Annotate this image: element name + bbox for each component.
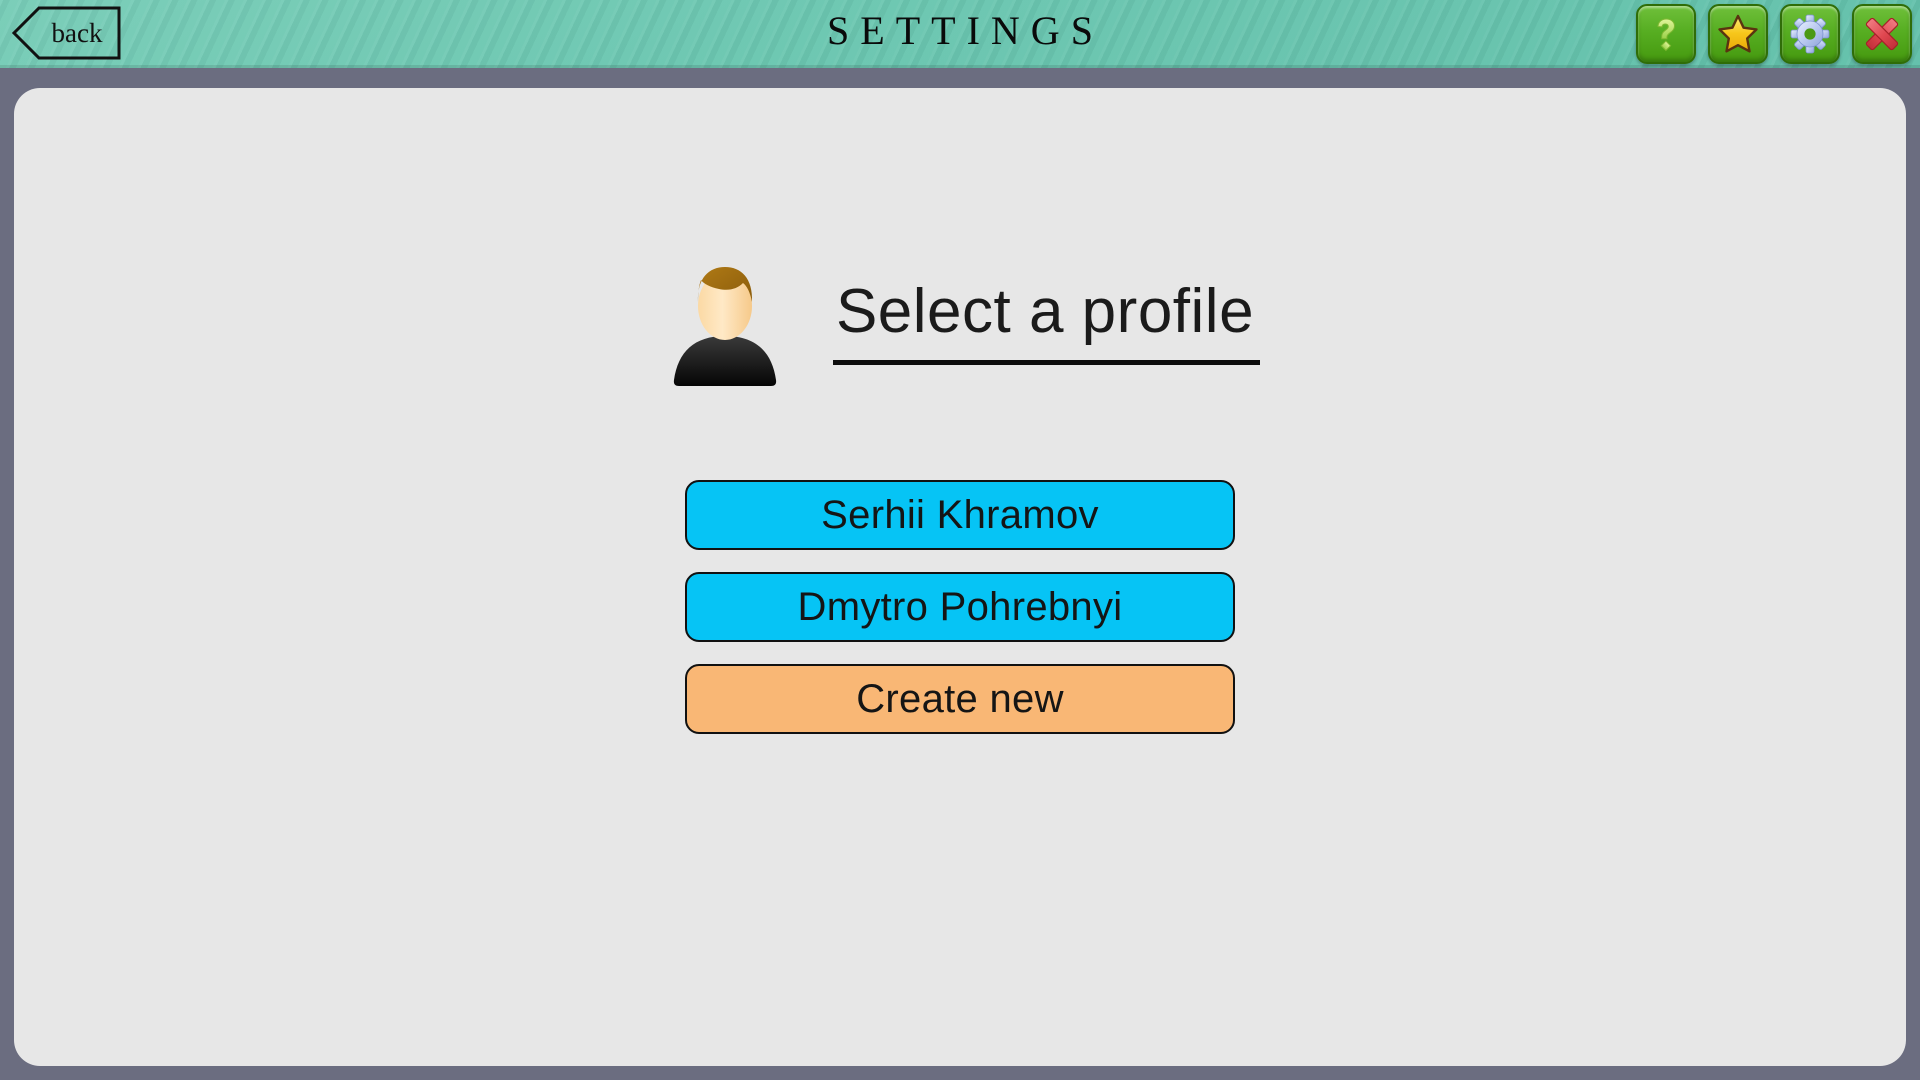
- profile-header: Select a profile: [14, 258, 1906, 386]
- close-icon: [1865, 17, 1899, 51]
- settings-button[interactable]: [1780, 4, 1840, 64]
- heading-block: Select a profile: [832, 277, 1261, 365]
- profile-button-2[interactable]: Dmytro Pohrebnyi: [685, 572, 1235, 642]
- content-panel: Select a profile Serhii Khramov Dmytro P…: [14, 88, 1906, 1066]
- star-icon: [1718, 14, 1758, 53]
- user-avatar-icon: [673, 267, 777, 386]
- create-new-profile-button[interactable]: Create new: [685, 664, 1235, 734]
- title-bar: back SETTINGS: [0, 0, 1920, 68]
- profile-list: Serhii Khramov Dmytro Pohrebnyi Create n…: [14, 480, 1906, 734]
- help-icon: [1657, 18, 1676, 52]
- help-button[interactable]: [1636, 4, 1696, 64]
- gear-icon: [1790, 14, 1830, 54]
- heading-underline: [832, 359, 1261, 365]
- profile-button-1[interactable]: Serhii Khramov: [685, 480, 1235, 550]
- close-button[interactable]: [1852, 4, 1912, 64]
- header-icon-buttons: [1636, 4, 1912, 64]
- page-heading: Select a profile: [835, 277, 1255, 347]
- favorites-button[interactable]: [1708, 4, 1768, 64]
- page-title: SETTINGS: [827, 8, 1104, 53]
